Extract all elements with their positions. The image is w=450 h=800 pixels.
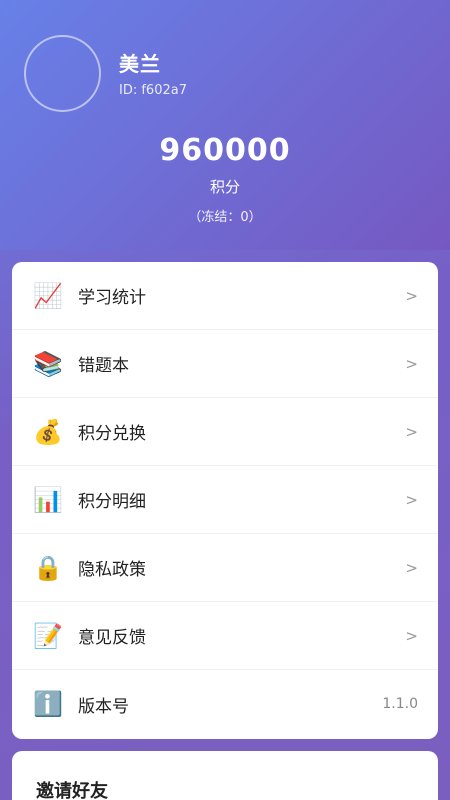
points-value: 960000 <box>159 133 291 168</box>
user-id: ID: f602a7 <box>119 83 187 98</box>
menu-item-study-stats[interactable]: 📈 学习统计 > <box>12 262 438 330</box>
info-icon: ℹ️ <box>33 690 63 718</box>
menu-item-label: 意见反馈 <box>78 628 146 648</box>
chevron-right-icon: > <box>405 490 418 509</box>
avatar[interactable] <box>24 35 101 112</box>
chevron-right-icon: > <box>405 422 418 441</box>
menu-item-label: 积分兑换 <box>78 424 146 444</box>
chevron-right-icon: > <box>405 558 418 577</box>
menu-item-label: 积分明细 <box>78 492 146 512</box>
menu-item-label: 版本号 <box>78 696 129 717</box>
menu-item-feedback[interactable]: 📝 意见反馈 > <box>12 602 438 670</box>
menu-item-label: 错题本 <box>78 356 129 376</box>
chevron-right-icon: > <box>405 286 418 305</box>
menu-item-points-exchange[interactable]: 💰 积分兑换 > <box>12 398 438 466</box>
menu-item-label: 学习统计 <box>78 288 146 308</box>
version-value: 1.1.0 <box>382 696 418 712</box>
invite-title: 邀请好友 <box>36 781 108 800</box>
profile-header: 美兰 ID: f602a7 960000 积分 （冻结：0） <box>0 0 450 250</box>
chevron-right-icon: > <box>405 626 418 645</box>
menu-item-version: ℹ️ 版本号 1.1.0 <box>12 670 438 738</box>
username: 美兰 <box>119 52 161 76</box>
chevron-right-icon: > <box>405 354 418 373</box>
menu-item-points-detail[interactable]: 📊 积分明细 > <box>12 466 438 534</box>
books-icon: 📚 <box>33 349 63 378</box>
invite-card[interactable]: 邀请好友 <box>12 751 438 800</box>
bar-chart-icon: 📊 <box>33 485 63 514</box>
lock-icon: 🔒 <box>33 553 63 582</box>
menu-item-label: 隐私政策 <box>78 560 146 580</box>
money-bag-icon: 💰 <box>33 417 63 446</box>
menu-item-privacy-policy[interactable]: 🔒 隐私政策 > <box>12 534 438 602</box>
menu-item-wrong-questions[interactable]: 📚 错题本 > <box>12 330 438 398</box>
frozen-points: （冻结：0） <box>188 210 262 225</box>
points-label: 积分 <box>209 178 240 196</box>
memo-icon: 📝 <box>33 621 63 650</box>
chart-up-icon: 📈 <box>33 281 63 310</box>
menu-card: 📈 学习统计 > 📚 错题本 > 💰 积分兑换 > 📊 积分明细 > 🔒 隐私政… <box>12 262 438 739</box>
